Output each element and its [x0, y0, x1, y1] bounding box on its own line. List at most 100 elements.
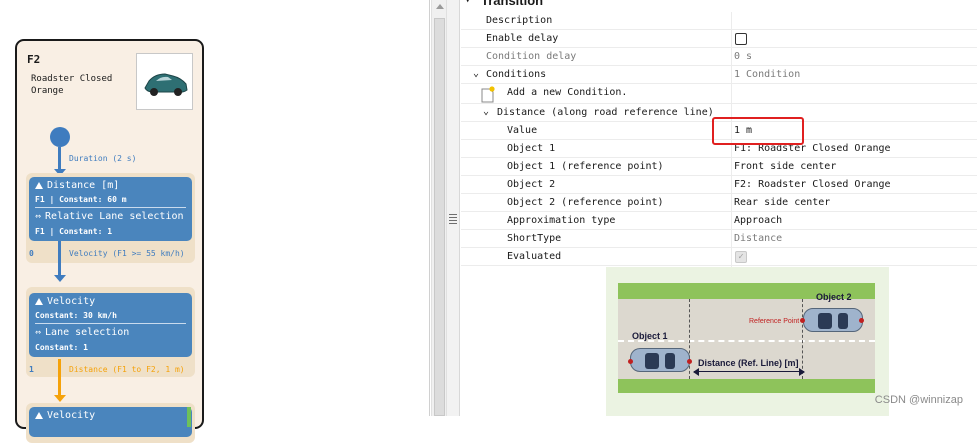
transition-index: 0 — [29, 249, 34, 258]
property-name: Enable delay — [486, 33, 559, 44]
object1-label: Object 1 — [632, 331, 668, 341]
reference-line — [689, 299, 690, 379]
action-header: Distance [m] — [35, 180, 119, 191]
lane-change-icon: ⇔ — [35, 211, 42, 222]
ref-point-dot — [687, 359, 692, 364]
property-name: Object 2 (reference point) — [507, 197, 664, 208]
property-name: Object 1 (reference point) — [507, 161, 664, 172]
transition-label[interactable]: Velocity (F1 >= 55 km/h) — [69, 249, 185, 258]
property-row[interactable]: Evaluated ✓ — [461, 248, 977, 266]
pane-splitter[interactable] — [447, 0, 460, 416]
property-name: Evaluated — [507, 251, 562, 262]
property-name: Conditions — [486, 69, 547, 80]
property-name: Object 2 — [507, 179, 556, 190]
action-detail: F1 | Constant: 60 m — [35, 195, 127, 204]
property-row[interactable]: Condition delay 0 s — [461, 48, 977, 66]
property-row[interactable]: Object 1 (reference point) Front side ce… — [461, 158, 977, 176]
action-header: ⇔ Relative Lane selection — [35, 211, 184, 222]
action-title: Lane selection — [45, 327, 130, 338]
property-name: Value — [507, 125, 538, 136]
property-value[interactable]: F2: Roadster Closed Orange — [734, 179, 891, 190]
lane-change-icon: ⇔ — [35, 327, 42, 338]
vertical-scrollbar[interactable] — [431, 0, 447, 416]
car-icon — [144, 73, 188, 96]
property-name: Condition delay — [486, 51, 577, 62]
section-title: Transition — [481, 0, 544, 8]
property-row[interactable]: Description — [461, 12, 977, 30]
transition-line — [58, 241, 61, 276]
action-header: ⇔ Lane selection — [35, 327, 129, 338]
entity-subtitle: Roadster Closed Orange — [31, 74, 113, 96]
property-name: Object 1 — [507, 143, 556, 154]
property-value: 1 Condition — [734, 69, 801, 80]
splitter-grip-icon[interactable] — [449, 214, 457, 226]
property-name: Approximation type — [507, 215, 616, 226]
transition-arrow-icon — [54, 275, 66, 282]
velocity-up-icon — [35, 298, 43, 305]
reference-point-label: Reference Point — [749, 318, 800, 325]
action-title: Distance [m] — [47, 180, 120, 191]
object2-car-icon — [803, 308, 863, 332]
annotation-highlight-box — [712, 117, 804, 145]
start-node[interactable] — [50, 127, 70, 147]
transition-label-selected[interactable]: Distance (F1 to F2, 1 m) — [69, 365, 185, 374]
scroll-up-icon[interactable] — [436, 4, 444, 9]
transition-arrow-icon — [54, 395, 66, 402]
condition-diagram: Object 1 Object 2 Reference Point Distan… — [606, 267, 889, 416]
expand-chevron-icon[interactable]: ⌄ — [483, 106, 489, 117]
evaluated-checkbox: ✓ — [735, 251, 747, 263]
property-value[interactable]: 0 s — [734, 51, 752, 62]
property-row[interactable]: Object 2 F2: Roadster Closed Orange — [461, 176, 977, 194]
state-indicator — [187, 407, 191, 427]
property-name: ShortType — [507, 233, 562, 244]
property-name: Description — [486, 15, 553, 26]
state-group: Velocity — [26, 403, 195, 443]
action-header: Velocity — [35, 296, 95, 307]
property-value[interactable]: Approach — [734, 215, 782, 226]
transition-label[interactable]: Duration (2 s) — [69, 154, 136, 163]
ref-point-dot — [859, 318, 864, 323]
new-document-icon — [481, 86, 495, 103]
add-condition-row[interactable]: Add a new Condition. — [461, 84, 977, 104]
state-box[interactable]: Distance [m] F1 | Constant: 60 m ⇔ Relat… — [29, 177, 192, 241]
distance-up-icon — [35, 182, 43, 189]
state-box[interactable]: Velocity — [29, 407, 192, 437]
entity-card[interactable]: F2 Roadster Closed Orange Duration (2 s)… — [15, 39, 204, 443]
transition-line — [58, 147, 61, 171]
property-row[interactable]: Approximation type Approach — [461, 212, 977, 230]
action-detail: F1 | Constant: 1 — [35, 227, 113, 236]
section-header[interactable]: ▼ Transition — [461, 0, 977, 11]
ref-point-dot — [628, 359, 633, 364]
collapse-chevron-icon[interactable]: ▼ — [465, 0, 470, 5]
divider — [35, 323, 186, 324]
ref-point-dot — [800, 318, 805, 323]
action-title: Velocity — [47, 296, 96, 307]
object2-label: Object 2 — [816, 292, 852, 302]
state-group: Velocity Constant: 30 km/h ⇔ Lane select… — [26, 287, 195, 377]
enable-delay-checkbox[interactable] — [735, 33, 747, 45]
reference-line — [802, 299, 803, 379]
properties-pane: ▼ Transition Description Enable delay Co… — [461, 0, 977, 416]
property-value: Distance — [734, 233, 783, 244]
property-row[interactable]: ShortType Distance — [461, 230, 977, 248]
transition-index: 1 — [29, 365, 34, 374]
action-detail: Constant: 1 — [35, 343, 88, 352]
watermark: CSDN @winnizap — [874, 394, 963, 406]
transition-line-selected — [58, 359, 61, 396]
entity-title: F2 — [27, 53, 41, 66]
action-detail: Constant: 30 km/h — [35, 311, 117, 320]
property-value[interactable]: Front side center — [734, 161, 836, 172]
distance-label: Distance (Ref. Line) [m] — [698, 358, 799, 368]
action-title: Relative Lane selection — [45, 211, 184, 222]
storyboard-pane: F2 Roadster Closed Orange Duration (2 s)… — [0, 0, 430, 443]
expand-chevron-icon[interactable]: ⌄ — [473, 68, 479, 79]
property-row[interactable]: ⌄ Conditions 1 Condition — [461, 66, 977, 84]
property-row[interactable]: Enable delay — [461, 30, 977, 48]
state-box[interactable]: Velocity Constant: 30 km/h ⇔ Lane select… — [29, 293, 192, 357]
add-condition-link[interactable]: Add a new Condition. — [507, 87, 627, 98]
scrollbar-thumb[interactable] — [434, 18, 445, 416]
property-value[interactable]: Rear side center — [734, 197, 830, 208]
grass-strip — [618, 379, 875, 393]
property-row[interactable]: Object 2 (reference point) Rear side cen… — [461, 194, 977, 212]
divider — [35, 207, 186, 208]
